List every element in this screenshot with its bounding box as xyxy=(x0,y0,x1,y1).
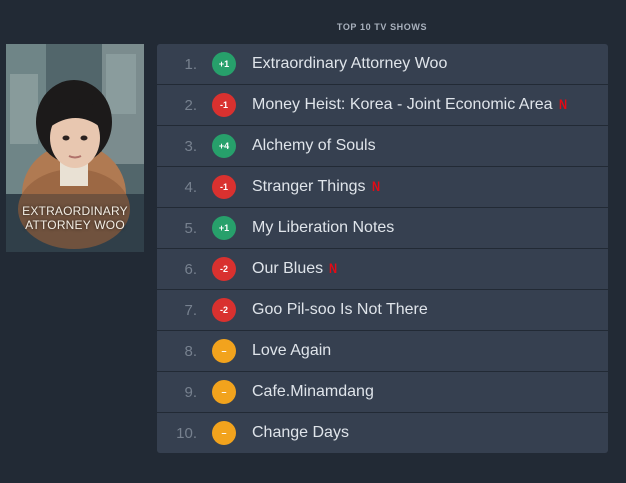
show-title[interactable]: Our Blues N xyxy=(252,260,338,278)
show-title-text: Goo Pil-soo Is Not There xyxy=(252,301,428,318)
rank-change-badge: +1 xyxy=(212,52,236,76)
netflix-icon: N xyxy=(371,178,380,194)
show-row-10[interactable]: 10. – Change DaysN xyxy=(157,413,608,453)
rank-change-badge: – xyxy=(212,339,236,363)
rank-change-badge: +1 xyxy=(212,216,236,240)
poster-title: EXTRAORDINARY ATTORNEY WOO xyxy=(6,204,144,232)
rank-number: 2. xyxy=(184,97,197,114)
rank-change-badge: +4 xyxy=(212,134,236,158)
show-title[interactable]: Love AgainN xyxy=(252,342,331,360)
show-title[interactable]: Extraordinary Attorney WooN xyxy=(252,55,447,73)
show-row-6[interactable]: 6. -2 Our Blues N xyxy=(157,249,608,290)
show-title-text: Cafe.Minamdang xyxy=(252,383,374,400)
show-title-text: Love Again xyxy=(252,342,332,359)
rank-number: 7. xyxy=(184,302,197,319)
show-row-8[interactable]: 8. – Love AgainN xyxy=(157,331,608,372)
top10-list: 1. +1 Extraordinary Attorney WooN 2. -1 … xyxy=(157,44,608,453)
rank-change-badge: -1 xyxy=(212,93,236,117)
rank-change-badge: -2 xyxy=(212,257,236,281)
section-title: TOP 10 TV SHOWS xyxy=(336,22,428,32)
poster-title-line-2: ATTORNEY WOO xyxy=(25,218,125,232)
show-row-7[interactable]: 7. -2 Goo Pil-soo Is Not ThereN xyxy=(157,290,608,331)
rank-change-badge: – xyxy=(212,421,236,445)
show-row-4[interactable]: 4. -1 Stranger Things N xyxy=(157,167,608,208)
show-title[interactable]: Money Heist: Korea - Joint Economic Area… xyxy=(252,96,568,114)
rank-change-badge: -2 xyxy=(212,298,236,322)
rank-number: 1. xyxy=(184,56,197,73)
show-row-2[interactable]: 2. -1 Money Heist: Korea - Joint Economi… xyxy=(157,85,608,126)
show-title-text: Our Blues xyxy=(252,260,324,277)
show-title[interactable]: Change DaysN xyxy=(252,424,349,442)
show-row-1[interactable]: 1. +1 Extraordinary Attorney WooN xyxy=(157,44,608,85)
poster-title-line-1: EXTRAORDINARY xyxy=(22,204,128,218)
rank-number: 8. xyxy=(184,343,197,360)
show-row-5[interactable]: 5. +1 My Liberation NotesN xyxy=(157,208,608,249)
show-title[interactable]: Cafe.MinamdangN xyxy=(252,383,374,401)
show-title[interactable]: Alchemy of SoulsN xyxy=(252,137,376,155)
show-title[interactable]: Goo Pil-soo Is Not ThereN xyxy=(252,301,428,319)
show-row-9[interactable]: 9. – Cafe.MinamdangN xyxy=(157,372,608,413)
featured-poster[interactable]: EXTRAORDINARY ATTORNEY WOO xyxy=(6,44,144,252)
show-title-text: Change Days xyxy=(252,424,349,441)
show-title-text: Stranger Things xyxy=(252,178,366,195)
rank-number: 10. xyxy=(176,425,197,442)
rank-change-badge: -1 xyxy=(212,175,236,199)
netflix-icon: N xyxy=(329,260,338,276)
rank-number: 6. xyxy=(184,261,197,278)
show-title[interactable]: My Liberation NotesN xyxy=(252,219,394,237)
show-title-text: Alchemy of Souls xyxy=(252,137,376,154)
rank-number: 3. xyxy=(184,138,197,155)
netflix-icon: N xyxy=(558,96,567,112)
rank-number: 4. xyxy=(184,179,197,196)
show-title-text: Extraordinary Attorney Woo xyxy=(252,55,448,72)
show-title[interactable]: Stranger Things N xyxy=(252,178,381,196)
show-title-text: Money Heist: Korea - Joint Economic Area xyxy=(252,96,553,113)
show-title-text: My Liberation Notes xyxy=(252,219,395,236)
show-row-3[interactable]: 3. +4 Alchemy of SoulsN xyxy=(157,126,608,167)
rank-change-badge: – xyxy=(212,380,236,404)
rank-number: 9. xyxy=(184,384,197,401)
rank-number: 5. xyxy=(184,220,197,237)
